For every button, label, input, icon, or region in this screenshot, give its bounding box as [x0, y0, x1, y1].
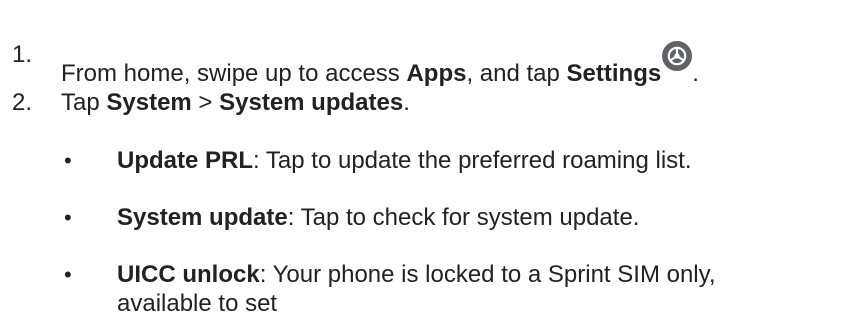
system-updates-label: System updates: [219, 89, 404, 116]
option-description: : Tap to check for system update.: [287, 204, 640, 231]
settings-gear-icon: [662, 41, 693, 71]
option-label: Update PRL: [117, 147, 254, 174]
step-text-part: , and tap: [466, 60, 567, 87]
step-text-part: Tap: [61, 89, 107, 116]
settings-label: Settings: [566, 60, 662, 87]
step-text: From home, swipe up to access Apps, and …: [61, 41, 699, 88]
step-text: Tap System > System updates.: [61, 89, 410, 117]
step-2: 2. Tap System > System updates.: [0, 89, 845, 119]
option-description-continued: available to set: [117, 290, 278, 317]
option-update-prl: • Update PRL: Tap to update the preferre…: [0, 147, 845, 177]
bullet: •: [64, 262, 72, 287]
step-number: 1.: [12, 41, 33, 68]
apps-label: Apps: [406, 60, 467, 87]
option-text: Update PRL: Tap to update the preferred …: [117, 147, 692, 175]
step-1: 1. From home, swipe up to access Apps, a…: [0, 41, 845, 87]
option-uicc-unlock: • UICC unlock: Your phone is locked to a…: [0, 261, 845, 291]
option-text: System update: Tap to check for system u…: [117, 204, 639, 232]
option-label: System update: [117, 204, 288, 231]
step-text-part: From home, swipe up to access: [61, 60, 407, 87]
option-description: : Tap to update the preferred roaming li…: [253, 147, 692, 174]
system-label: System: [106, 89, 192, 116]
bullet: •: [64, 148, 72, 173]
step-text-part: .: [403, 89, 410, 116]
option-system-update: • System update: Tap to check for system…: [0, 204, 845, 234]
bullet: •: [64, 205, 72, 230]
option-description: : Your phone is locked to a Sprint SIM o…: [259, 261, 716, 288]
step-number: 2.: [12, 89, 33, 116]
option-label: UICC unlock: [117, 261, 260, 288]
option-text: UICC unlock: Your phone is locked to a S…: [117, 261, 716, 289]
step-text-part: .: [692, 60, 699, 87]
step-text-part: >: [191, 89, 220, 116]
